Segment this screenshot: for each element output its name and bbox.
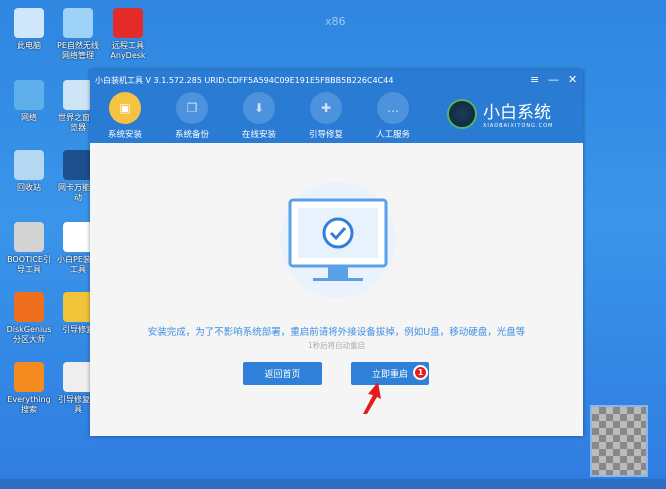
nav-tab-label: 人工服务	[375, 130, 410, 140]
download-icon: ⬇	[243, 92, 275, 124]
minimize-button[interactable]: —	[548, 73, 559, 86]
step-badge: 1	[413, 365, 428, 380]
nav-tab[interactable]: ❐ 系统备份	[162, 92, 222, 140]
close-button[interactable]: ✕	[568, 73, 577, 86]
chat-icon: …	[377, 92, 409, 124]
app-icon	[63, 222, 93, 252]
app-icon	[14, 80, 44, 110]
backup-icon: ❐	[176, 92, 208, 124]
nav-tab[interactable]: … 人工服务	[363, 92, 423, 140]
nav-tab[interactable]: ✚ 引导修复	[296, 92, 356, 140]
app-icon	[14, 362, 44, 392]
app-icon	[113, 8, 143, 38]
app-icon	[63, 8, 93, 38]
logo: 小白系统 XIAOBAIXITONG.COM	[447, 98, 553, 129]
app-icon	[63, 80, 93, 110]
nav-tab[interactable]: ⬇ 在线安装	[229, 92, 289, 140]
desktop-icon[interactable]: 此电脑	[6, 8, 52, 51]
app-icon	[14, 292, 44, 322]
desktop-icon-label: PE自然无线网络管理	[57, 41, 99, 60]
menu-button[interactable]: ≡	[530, 73, 539, 86]
desktop-icon[interactable]: 远程工具AnyDesk	[105, 8, 151, 61]
desktop-icon-label: BOOTICE引导工具	[7, 255, 51, 274]
nav-tab[interactable]: ▣ 系统安装	[95, 92, 155, 140]
window-header: 小白装机工具 V 3.1.572.285 URID:CDFF5A594C09E1…	[90, 70, 583, 143]
desktop-icon-label: 网络	[21, 113, 37, 122]
back-home-button[interactable]: 返回首页	[243, 362, 322, 385]
window-title: 小白装机工具 V 3.1.572.285 URID:CDFF5A594C09E1…	[95, 76, 394, 85]
nav-tab-label: 在线安装	[241, 130, 276, 140]
taskbar	[0, 479, 666, 489]
arrow-pointer-icon	[363, 382, 381, 414]
toolbox-icon: ✚	[310, 92, 342, 124]
desktop-icon-label: 此电脑	[17, 41, 41, 50]
app-icon	[63, 150, 93, 180]
desktop-icon[interactable]: DiskGenius分区大师	[6, 292, 52, 345]
completion-message: 安装完成，为了不影响系统部署，重启前请将外接设备拔掉，例如U盘，移动硬盘，光盘等	[147, 327, 526, 338]
box-icon: ▣	[109, 92, 141, 124]
desktop-icon[interactable]: PE自然无线网络管理	[55, 8, 101, 61]
desktop-icon[interactable]: Everything搜索	[6, 362, 52, 415]
desktop-icon[interactable]: 网络	[6, 80, 52, 123]
desktop-icon-label: Everything搜索	[7, 395, 51, 414]
desktop-icon-label: 回收站	[17, 183, 41, 192]
desktop-icon[interactable]: BOOTICE引导工具	[6, 222, 52, 275]
app-icon	[63, 292, 93, 322]
logo-subtitle: XIAOBAIXITONG.COM	[483, 123, 554, 129]
app-icon	[14, 222, 44, 252]
desktop-icon-label: DiskGenius分区大师	[6, 325, 52, 344]
app-icon	[14, 8, 44, 38]
desktop-icon-label: 远程工具AnyDesk	[110, 41, 146, 60]
watermark: x86	[325, 15, 346, 28]
qr-code	[590, 405, 648, 477]
installer-window: 小白装机工具 V 3.1.572.285 URID:CDFF5A594C09E1…	[90, 70, 583, 436]
logo-icon	[447, 98, 477, 129]
countdown-text: 1秒后将自动重启	[307, 341, 366, 350]
monitor-check-icon	[280, 182, 396, 298]
logo-name: 小白系统	[483, 103, 551, 123]
desktop-icon[interactable]: 回收站	[6, 150, 52, 193]
app-icon	[63, 362, 93, 392]
app-icon	[14, 150, 44, 180]
nav-tab-label: 引导修复	[308, 130, 343, 140]
nav-tab-label: 系统安装	[107, 130, 142, 140]
nav-tab-label: 系统备份	[174, 130, 209, 140]
